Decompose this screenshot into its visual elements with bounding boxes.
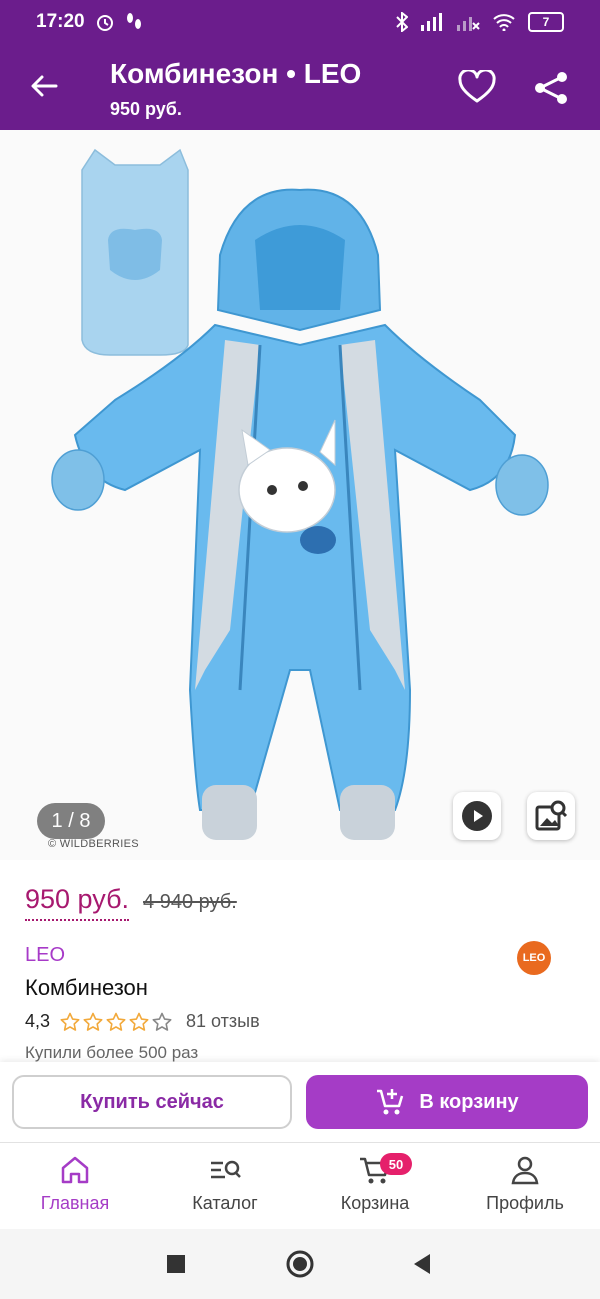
- home-icon: [61, 1156, 89, 1184]
- hat-illustration: [81, 148, 189, 356]
- page-title: Комбинезон • LEO: [110, 58, 362, 89]
- tab-label: Каталог: [192, 1193, 258, 1213]
- action-bar: Купить сейчас В корзину: [0, 1062, 600, 1142]
- star-filled-icon: [60, 1012, 80, 1031]
- product-photo: [51, 148, 549, 840]
- signal-icon: [421, 13, 442, 31]
- wifi-icon: [493, 14, 515, 31]
- rating-row[interactable]: 4,3 81 отзыв: [25, 1011, 260, 1032]
- star-filled-icon: [129, 1012, 149, 1031]
- tab-cart[interactable]: 50 Корзина: [300, 1143, 450, 1229]
- back-arrow-icon[interactable]: [28, 70, 60, 102]
- tab-catalog[interactable]: Каталог: [150, 1143, 300, 1229]
- old-price: 4 940 руб.: [143, 891, 237, 913]
- rating-value: 4,3: [25, 1011, 51, 1031]
- signal-no-service-icon: [457, 17, 480, 31]
- play-video-button[interactable]: [453, 792, 501, 840]
- footsteps-icon: [126, 13, 141, 29]
- tab-label: Главная: [40, 1193, 110, 1213]
- back-nav-icon[interactable]: [412, 1253, 432, 1275]
- add-to-cart-icon: [377, 1089, 404, 1115]
- current-price: 950 руб.: [25, 884, 130, 921]
- page-subtitle-price: 950 руб.: [110, 99, 182, 119]
- price-row: 950 руб. 4 940 руб.: [25, 884, 237, 921]
- image-counter: 1 / 8: [37, 803, 105, 839]
- tab-label: Профиль: [486, 1193, 564, 1213]
- system-navigation-bar: [0, 1229, 600, 1299]
- image-search-icon: [535, 800, 568, 831]
- watermark-text: © WILDBERRIES: [48, 838, 139, 850]
- image-search-button[interactable]: [527, 792, 575, 840]
- product-name: Комбинезон: [25, 975, 148, 1000]
- reviews-count: 81 отзыв: [186, 1011, 260, 1031]
- recents-icon[interactable]: [166, 1254, 186, 1274]
- share-icon[interactable]: [532, 70, 570, 106]
- star-filled-icon: [83, 1012, 103, 1031]
- status-bar: 17:20 7: [0, 0, 600, 44]
- bought-count: Купили более 500 раз: [25, 1043, 199, 1062]
- star-empty-icon: [152, 1012, 172, 1031]
- add-to-cart-button[interactable]: В корзину: [306, 1075, 588, 1129]
- home-nav-icon[interactable]: [286, 1250, 314, 1278]
- tab-profile[interactable]: Профиль: [450, 1143, 600, 1229]
- star-filled-icon: [106, 1012, 126, 1031]
- battery-indicator: 7: [528, 12, 564, 32]
- status-time: 17:20: [36, 11, 85, 32]
- favorite-heart-icon[interactable]: [458, 70, 496, 104]
- brand-link[interactable]: LEO: [25, 944, 65, 967]
- alarm-icon: [96, 15, 113, 31]
- product-image-gallery[interactable]: [0, 130, 600, 860]
- tab-label: Корзина: [340, 1193, 410, 1213]
- tab-home[interactable]: Главная: [0, 1143, 150, 1229]
- bluetooth-icon: [396, 12, 408, 32]
- brand-logo[interactable]: LEO: [517, 941, 551, 975]
- bottom-tab-bar: Главная Каталог 50 Корзина Профиль: [0, 1143, 600, 1229]
- cart-count-badge: 50: [380, 1153, 412, 1175]
- rating-stars: [60, 1012, 172, 1032]
- profile-icon: [511, 1156, 539, 1185]
- add-to-cart-label: В корзину: [419, 1090, 519, 1113]
- catalog-search-icon: [211, 1160, 241, 1179]
- buy-now-button[interactable]: Купить сейчас: [12, 1075, 292, 1129]
- play-icon: [462, 801, 492, 831]
- app-bar: Комбинезон • LEO 950 руб.: [0, 44, 600, 130]
